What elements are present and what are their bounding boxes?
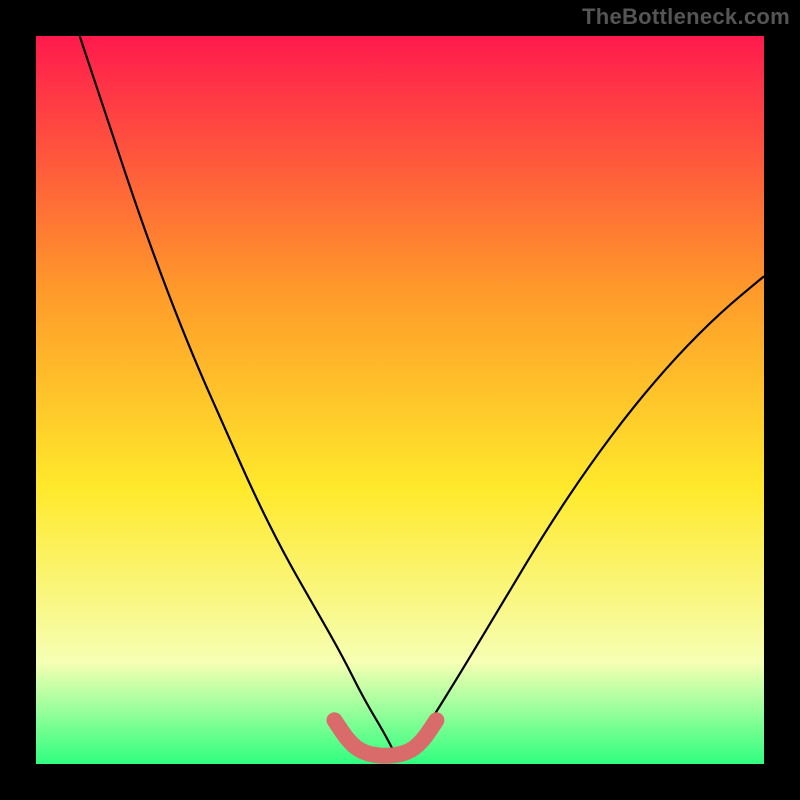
chart-gradient-panel: [36, 36, 764, 764]
watermark-text: TheBottleneck.com: [582, 4, 790, 30]
bottleneck-chart: [0, 0, 800, 800]
chart-frame: TheBottleneck.com: [0, 0, 800, 800]
